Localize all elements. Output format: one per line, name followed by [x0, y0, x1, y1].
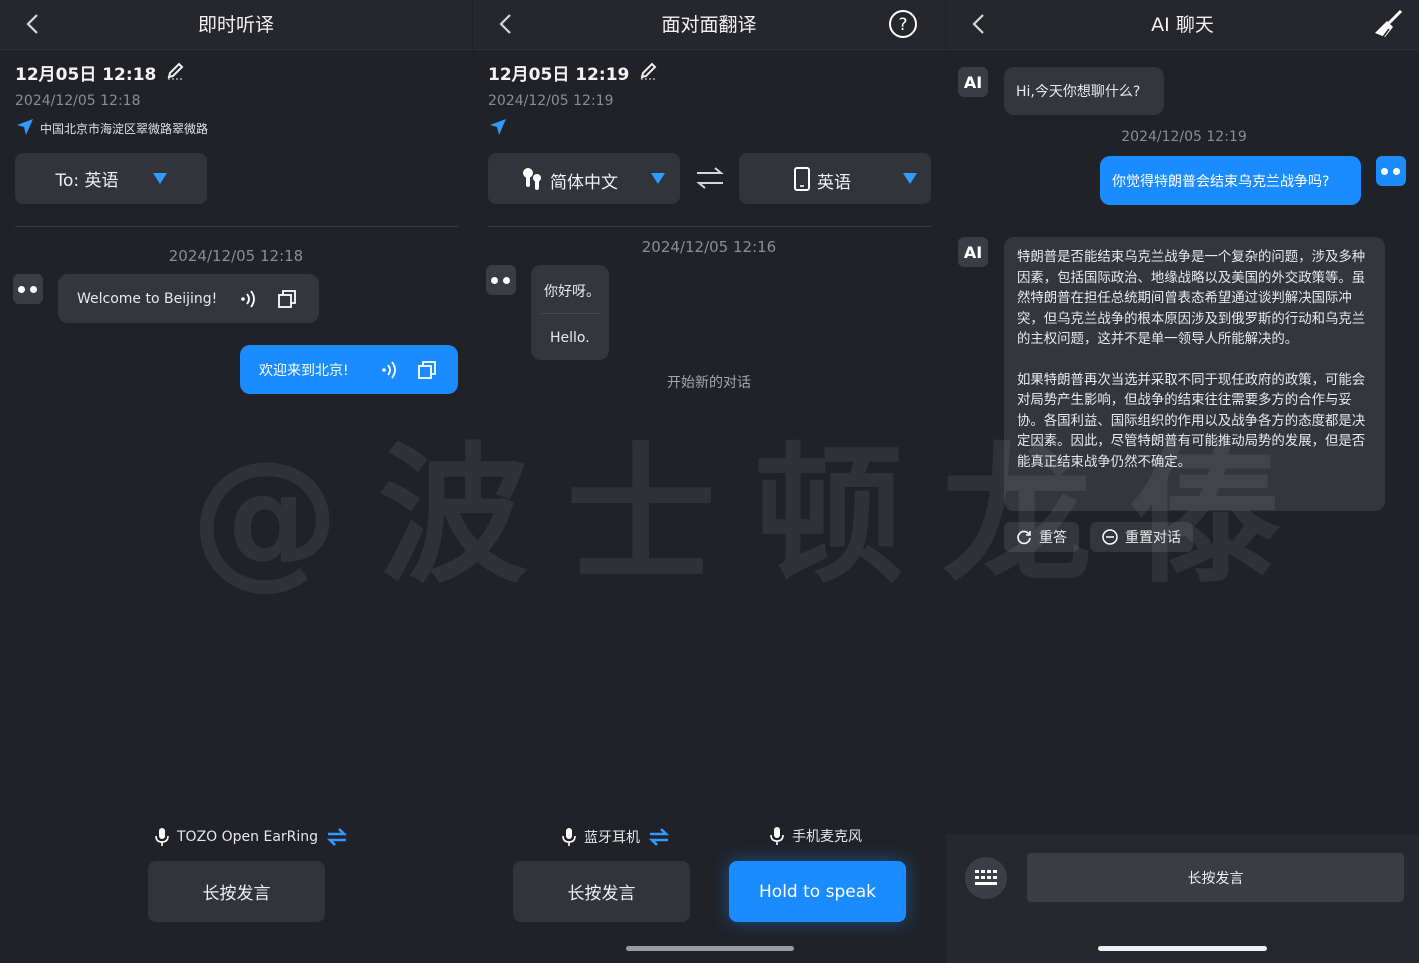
answer-paragraph: 如果特朗普再次当选并采取不同于现任政府的政策，可能会对局势产生影响，但战争的结束…: [1017, 372, 1366, 470]
source-language-selector[interactable]: 简体中文: [488, 153, 680, 204]
broom-clear-icon[interactable]: [1371, 9, 1403, 39]
microphone-icon: [770, 827, 784, 845]
target-language-selector[interactable]: To: 英语: [15, 153, 207, 204]
hold-to-speak-button[interactable]: 长按发言: [1027, 853, 1404, 902]
input-device-right[interactable]: 手机麦克风: [769, 826, 862, 846]
minus-circle-icon: [1102, 529, 1118, 545]
reset-conversation-button[interactable]: 重置对话: [1090, 522, 1193, 552]
retry-label: 重答: [1039, 530, 1067, 546]
reset-label: 重置对话: [1125, 530, 1181, 546]
source-language-label: 简体中文: [550, 173, 618, 193]
message-translated[interactable]: 欢迎来到北京!: [240, 345, 458, 394]
dropdown-caret-icon: [152, 173, 167, 184]
microphone-icon: [562, 828, 576, 846]
divider: [541, 313, 599, 314]
location-arrow-icon: [17, 119, 33, 135]
panel-face-to-face: 面对面翻译 ? 12月05日 12:19 2024/12/05 12:19 简体…: [473, 0, 945, 963]
earbuds-icon: [523, 168, 541, 190]
chat-timestamp: 2024/12/05 12:19: [1121, 129, 1247, 145]
speaker-avatar: [486, 265, 516, 295]
message-source-text: 你好呀。: [544, 284, 600, 300]
ai-answer-message[interactable]: 特朗普是否能结束乌克兰战争是一个复杂的问题，涉及多种因素，包括国际政治、地缘战略…: [1004, 237, 1385, 511]
hold-to-speak-button[interactable]: 长按发言: [148, 861, 325, 922]
session-timestamp: 2024/12/05 12:19: [488, 93, 614, 109]
phone-icon: [794, 167, 810, 191]
location-arrow-icon: [490, 119, 506, 135]
panel-live-translate: 即时听译 12月05日 12:18 2024/12/05 12:18 中国北京市…: [0, 0, 472, 963]
dropdown-caret-icon: [651, 173, 665, 184]
ai-avatar: AI: [958, 237, 988, 267]
copy-icon[interactable]: [417, 360, 437, 380]
page-title: 即时听译: [197, 14, 274, 36]
target-language-label: 英语: [817, 173, 851, 193]
message-text: 欢迎来到北京!: [259, 362, 349, 379]
hold-to-speak-right-button[interactable]: Hold to speak: [729, 861, 906, 922]
svg-text:?: ?: [898, 15, 907, 35]
copy-icon[interactable]: [277, 289, 297, 309]
divider: [488, 226, 931, 227]
device-name: 蓝牙耳机: [584, 830, 640, 846]
ai-avatar: AI: [958, 67, 988, 97]
page-title: 面对面翻译: [661, 14, 757, 36]
input-device[interactable]: TOZO Open EarRing: [154, 826, 349, 848]
target-language-selector[interactable]: 英语: [739, 153, 931, 204]
message-translated-text: Hello.: [550, 330, 590, 346]
chat-timestamp: 2024/12/05 12:18: [168, 247, 304, 265]
ai-greeting-message[interactable]: Hi,今天你想聊什么?: [1004, 67, 1164, 115]
hold-to-speak-left-button[interactable]: 长按发言: [513, 861, 690, 922]
location-text: 中国北京市海淀区翠微路翠微路: [40, 122, 209, 136]
retry-answer-button[interactable]: 重答: [1004, 522, 1079, 552]
user-message[interactable]: 你觉得特朗普会结束乌克兰战争吗?: [1100, 156, 1361, 205]
chat-timestamp: 2024/12/05 12:16: [641, 238, 777, 256]
session-date: 12月05日 12:19: [488, 65, 630, 85]
speaker-play-icon[interactable]: [381, 361, 397, 379]
page-title: AI 聊天: [1151, 14, 1214, 36]
message-pair[interactable]: 你好呀。 Hello.: [531, 265, 609, 360]
user-avatar: [1376, 156, 1406, 186]
device-name: 手机麦克风: [792, 829, 862, 845]
message-incoming[interactable]: Welcome to Beijing!: [58, 274, 319, 323]
keyboard-toggle-button[interactable]: [965, 857, 1007, 899]
speaker-play-icon[interactable]: [240, 290, 256, 308]
home-indicator[interactable]: [1098, 946, 1267, 951]
session-date: 12月05日 12:18: [15, 65, 157, 85]
message-text: Welcome to Beijing!: [77, 290, 218, 307]
help-icon[interactable]: ?: [888, 9, 918, 39]
input-device-left[interactable]: 蓝牙耳机: [561, 826, 671, 848]
divider: [15, 226, 458, 227]
edit-pencil-icon[interactable]: [166, 61, 186, 81]
switch-arrows-icon[interactable]: [325, 826, 349, 848]
device-name: TOZO Open EarRing: [177, 829, 319, 845]
session-timestamp: 2024/12/05 12:18: [15, 93, 141, 109]
home-indicator[interactable]: [626, 946, 794, 951]
answer-paragraph: 特朗普是否能结束乌克兰战争是一个复杂的问题，涉及多种因素，包括国际政治、地缘战略…: [1017, 250, 1366, 347]
speaker-avatar: [13, 274, 43, 304]
panel-ai-chat: AI 聊天 AI Hi,今天你想聊什么? 2024/12/05 12:19 你觉…: [946, 0, 1419, 963]
new-conversation-hint[interactable]: 开始新的对话: [473, 372, 945, 392]
microphone-icon: [155, 828, 169, 846]
refresh-icon: [1017, 530, 1031, 545]
target-language-label: To: 英语: [55, 171, 119, 191]
dropdown-caret-icon: [903, 173, 917, 184]
edit-pencil-icon[interactable]: [639, 61, 659, 81]
keyboard-icon: [975, 870, 997, 885]
swap-languages-icon[interactable]: [695, 165, 725, 191]
switch-arrows-icon[interactable]: [647, 826, 671, 848]
